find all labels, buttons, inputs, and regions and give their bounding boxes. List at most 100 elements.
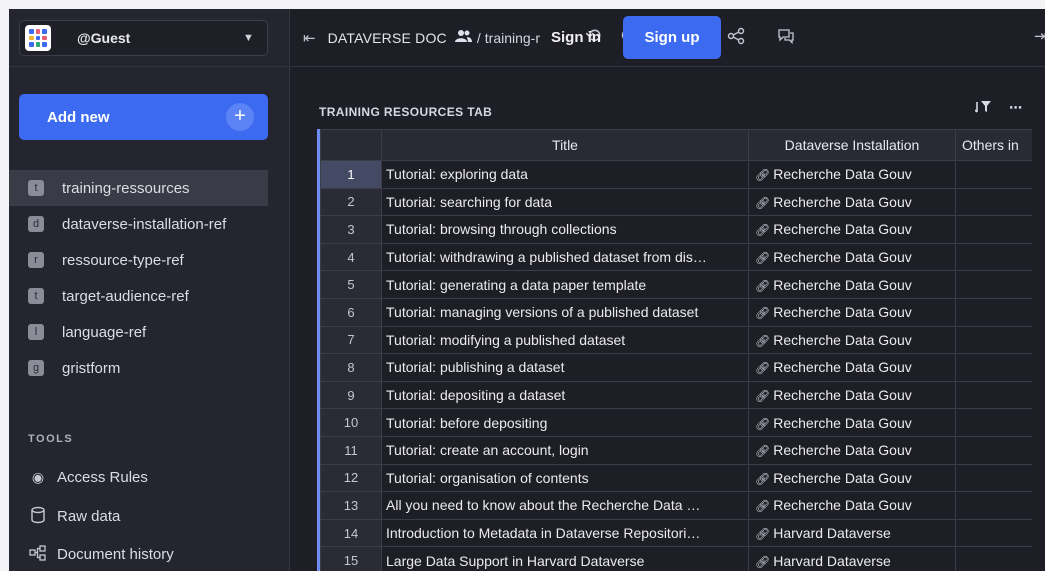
tool-document-history[interactable]: Document history (28, 542, 174, 566)
org-selector[interactable]: @Guest ▼ (19, 20, 268, 56)
data-grid[interactable]: Title Dataverse Installation Others in 1… (317, 129, 1032, 571)
row-number[interactable]: 8 (320, 353, 382, 382)
table-row[interactable]: 7 Tutorial: modifying a published dataset… (320, 325, 1032, 355)
add-new-button[interactable]: Add new + (19, 94, 268, 140)
row-number[interactable]: 3 (320, 215, 382, 244)
page-item-dataverse-installation-ref[interactable]: d dataverse-installation-ref (9, 206, 290, 242)
row-number[interactable]: 14 (320, 518, 382, 548)
cell-title[interactable]: Tutorial: modifying a published dataset (381, 325, 749, 355)
table-row[interactable]: 6 Tutorial: managing versions of a publis… (320, 297, 1032, 327)
table-row[interactable]: 14 Introduction to Metadata in Dataverse … (320, 518, 1032, 548)
row-number[interactable]: 7 (320, 325, 382, 355)
cell-dataverse-installation[interactable]: 🔗︎ Recherche Data Gouv (748, 463, 956, 493)
expand-right-icon[interactable]: ⇥ (1034, 27, 1045, 45)
cell-others[interactable] (955, 546, 1032, 571)
table-row[interactable]: 13 All you need to know about the Recherc… (320, 491, 1032, 520)
cell-title[interactable]: All you need to know about the Recherche… (381, 491, 749, 520)
cell-dataverse-installation[interactable]: 🔗︎ Recherche Data Gouv (748, 408, 956, 437)
table-row[interactable]: 12 Tutorial: organisation of contents 🔗︎ Re… (320, 463, 1032, 493)
cell-dataverse-installation[interactable]: 🔗︎ Recherche Data Gouv (748, 242, 956, 272)
cell-title[interactable]: Introduction to Metadata in Dataverse Re… (381, 518, 749, 548)
table-row[interactable]: 8 Tutorial: publishing a dataset 🔗︎ Recherc… (320, 353, 1032, 382)
row-number[interactable]: 10 (320, 408, 382, 437)
cell-dataverse-installation[interactable]: 🔗︎ Harvard Dataverse (748, 546, 956, 571)
row-number[interactable]: 11 (320, 435, 382, 465)
cell-title[interactable]: Tutorial: generating a data paper templa… (381, 270, 749, 299)
tool-access-rules[interactable]: ◉ Access Rules (28, 465, 148, 489)
row-number[interactable]: 2 (320, 187, 382, 217)
cell-title[interactable]: Tutorial: managing versions of a publish… (381, 297, 749, 327)
cell-title[interactable]: Tutorial: withdrawing a published datase… (381, 242, 749, 272)
page-breadcrumb[interactable]: training-r (485, 30, 555, 46)
cell-others[interactable] (955, 435, 1032, 465)
cell-title[interactable]: Tutorial: publishing a dataset (381, 353, 749, 382)
cell-others[interactable] (955, 463, 1032, 493)
cell-dataverse-installation[interactable]: 🔗︎ Recherche Data Gouv (748, 187, 956, 217)
cell-title[interactable]: Tutorial: create an account, login (381, 435, 749, 465)
cell-others[interactable] (955, 187, 1032, 217)
table-row[interactable]: 10 Tutorial: before depositing 🔗︎ Recherche… (320, 408, 1032, 437)
sort-filter-icon[interactable] (974, 100, 991, 117)
cell-dataverse-installation[interactable]: 🔗︎ Recherche Data Gouv (748, 380, 956, 410)
cell-title[interactable]: Tutorial: exploring data (381, 160, 749, 189)
cell-title[interactable]: Tutorial: organisation of contents (381, 463, 749, 493)
cell-others[interactable] (955, 353, 1032, 382)
row-number[interactable]: 6 (320, 297, 382, 327)
cell-dataverse-installation[interactable]: 🔗︎ Harvard Dataverse (748, 518, 956, 548)
row-number[interactable]: 9 (320, 380, 382, 410)
row-number[interactable]: 13 (320, 491, 382, 520)
page-item-training-ressources[interactable]: t training-ressources (9, 170, 268, 206)
cell-title[interactable]: Tutorial: searching for data (381, 187, 749, 217)
row-number[interactable]: 12 (320, 463, 382, 493)
row-number[interactable]: 1 (320, 160, 382, 189)
cell-others[interactable] (955, 215, 1032, 244)
cell-title[interactable]: Tutorial: depositing a dataset (381, 380, 749, 410)
cell-dataverse-installation[interactable]: 🔗︎ Recherche Data Gouv (748, 297, 956, 327)
cell-dataverse-installation[interactable]: 🔗︎ Recherche Data Gouv (748, 353, 956, 382)
cell-title[interactable]: Tutorial: before depositing (381, 408, 749, 437)
sign-up-button[interactable]: Sign up (623, 16, 721, 59)
more-options-icon[interactable]: ⋯ (1009, 100, 1023, 117)
cell-others[interactable] (955, 491, 1032, 520)
doc-title[interactable]: DATAVERSE DOC (328, 30, 447, 46)
cell-others[interactable] (955, 380, 1032, 410)
cell-dataverse-installation[interactable]: 🔗︎ Recherche Data Gouv (748, 325, 956, 355)
page-item-target-audience-ref[interactable]: t target-audience-ref (9, 278, 290, 314)
table-row[interactable]: 11 Tutorial: create an account, login 🔗︎ Re… (320, 435, 1032, 465)
cell-others[interactable] (955, 270, 1032, 299)
cell-others[interactable] (955, 242, 1032, 272)
page-item-gristform[interactable]: g gristform (9, 350, 290, 386)
row-number[interactable]: 4 (320, 242, 382, 272)
row-number[interactable]: 5 (320, 270, 382, 299)
cell-title[interactable]: Large Data Support in Harvard Dataverse (381, 546, 749, 571)
sign-in-link[interactable]: Sign in (551, 29, 601, 46)
cell-others[interactable] (955, 297, 1032, 327)
cell-dataverse-installation[interactable]: 🔗︎ Recherche Data Gouv (748, 215, 956, 244)
cell-dataverse-installation[interactable]: 🔗︎ Recherche Data Gouv (748, 491, 956, 520)
cell-dataverse-installation[interactable]: 🔗︎ Recherche Data Gouv (748, 160, 956, 189)
column-header-others[interactable]: Others in (955, 129, 1032, 161)
page-item-ressource-type-ref[interactable]: r ressource-type-ref (9, 242, 290, 278)
cell-title[interactable]: Tutorial: browsing through collections (381, 215, 749, 244)
cell-others[interactable] (955, 518, 1032, 548)
column-header-title[interactable]: Title (381, 129, 749, 161)
comments-icon[interactable] (777, 27, 795, 50)
row-number-header[interactable] (320, 129, 382, 161)
cell-dataverse-installation[interactable]: 🔗︎ Recherche Data Gouv (748, 435, 956, 465)
table-row[interactable]: 9 Tutorial: depositing a dataset 🔗︎ Recherc… (320, 380, 1032, 410)
row-number[interactable]: 15 (320, 546, 382, 571)
table-row[interactable]: 4 Tutorial: withdrawing a published datas… (320, 242, 1032, 272)
table-row[interactable]: 3 Tutorial: browsing through collections 🔗… (320, 215, 1032, 244)
table-row[interactable]: 2 Tutorial: searching for data 🔗︎ Recherche… (320, 187, 1032, 217)
table-row[interactable]: 15 Large Data Support in Harvard Datavers… (320, 546, 1032, 571)
collapse-left-icon[interactable]: ⇤ (303, 29, 316, 47)
page-item-language-ref[interactable]: l language-ref (9, 314, 290, 350)
tool-raw-data[interactable]: Raw data (28, 504, 120, 528)
cell-others[interactable] (955, 325, 1032, 355)
table-row[interactable]: 5 Tutorial: generating a data paper templ… (320, 270, 1032, 299)
cell-dataverse-installation[interactable]: 🔗︎ Recherche Data Gouv (748, 270, 956, 299)
cell-others[interactable] (955, 160, 1032, 189)
column-header-dataverse-installation[interactable]: Dataverse Installation (748, 129, 956, 161)
cell-others[interactable] (955, 408, 1032, 437)
share-icon[interactable] (727, 27, 745, 50)
